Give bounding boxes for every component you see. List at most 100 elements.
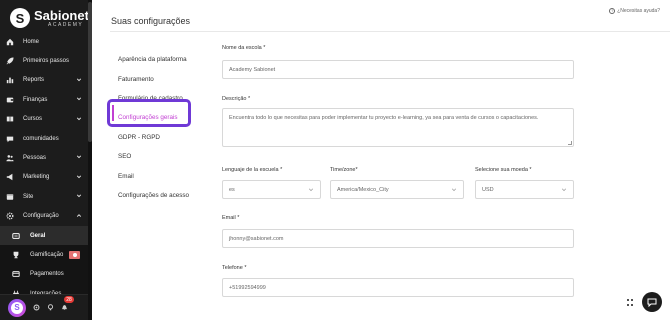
school-name-label: Nome da escola * (222, 45, 266, 51)
header-divider (110, 31, 670, 32)
chevron-down-icon (561, 188, 567, 192)
page-title: Suas configurações (111, 16, 191, 26)
help-icon: ? (609, 8, 616, 14)
sidebar-item-home[interactable]: Home (0, 32, 92, 51)
chevron-down-icon (308, 188, 314, 192)
description-field[interactable]: Encuentra todo lo que necesitas para pod… (222, 108, 574, 147)
sidebar: S Sabionet ACADEMY Home Primeiros passos… (0, 0, 92, 320)
lightbulb-icon[interactable] (47, 304, 54, 311)
brand[interactable]: S Sabionet ACADEMY (10, 8, 89, 28)
sidebar-subitem-pagamentos[interactable]: Pagamentos (0, 264, 92, 285)
people-icon (6, 154, 14, 162)
sidebar-subitem-label: Geral (30, 232, 46, 239)
chevron-down-icon (76, 175, 82, 178)
brand-subtitle: ACADEMY (48, 21, 84, 28)
sidebar-subitem-label: Gamificação (30, 251, 64, 258)
chat-icon (6, 135, 14, 143)
chevron-down-icon (451, 188, 457, 192)
brand-name: Sabionet (34, 7, 89, 23)
timezone-value: America/Mexico_City (337, 186, 389, 193)
chevron-up-icon (76, 213, 82, 217)
phone-label: Telefone * (222, 265, 247, 271)
subnav-item-acesso[interactable]: Configurações de acesso (118, 186, 208, 205)
avatar[interactable]: S (8, 298, 26, 317)
sidebar-item-site[interactable]: Site (0, 187, 92, 206)
sidebar-footer: S 28 (0, 294, 92, 320)
sidebar-item-marketing[interactable]: Marketing (0, 168, 92, 187)
brand-logo-icon: S (10, 8, 30, 28)
chat-button[interactable] (642, 292, 662, 312)
subnav-item-faturamento[interactable]: Faturamento (118, 69, 208, 88)
sidebar-item-label: Reports (23, 77, 45, 84)
sidebar-item-cursos[interactable]: Cursos (0, 110, 92, 129)
sidebar-item-label: Finanças (23, 96, 48, 103)
timezone-label: Time/zone* (330, 167, 358, 173)
settings-icon[interactable] (33, 304, 40, 311)
sidebar-nav: Home Primeiros passos Reports Finanças C… (0, 32, 92, 304)
chevron-down-icon (76, 97, 82, 101)
gear-icon (6, 212, 14, 220)
sidebar-item-label: Configuração (23, 213, 59, 220)
app-root: S Sabionet ACADEMY Home Primeiros passos… (0, 0, 670, 320)
bell-icon[interactable]: 28 (61, 296, 74, 311)
currency-select[interactable]: USD (475, 180, 574, 199)
chart-icon (6, 76, 14, 84)
wallet-icon (6, 96, 14, 104)
trophy-icon (12, 251, 20, 259)
chat-bubble-icon (647, 298, 657, 307)
sidebar-item-label: comunidades (23, 135, 59, 142)
sidebar-item-pessoas[interactable]: Pessoas (0, 148, 92, 167)
sidebar-item-label: Pessoas (23, 155, 47, 162)
description-text: Encuentra todo lo que necesitas para pod… (229, 115, 539, 121)
sidebar-item-label: Primeiros passos (23, 58, 70, 65)
sidebar-subitem-label: Pagamentos (30, 271, 64, 278)
chevron-down-icon (76, 117, 82, 120)
card-icon (12, 270, 20, 278)
home-icon (6, 38, 14, 46)
sidebar-item-label: Site (23, 193, 34, 200)
help-link[interactable]: ? ¿Necesitas ayuda? (609, 8, 660, 14)
currency-value: USD (482, 186, 494, 193)
subnav-item-seo[interactable]: SEO (118, 147, 208, 166)
sidebar-item-reports[interactable]: Reports (0, 71, 92, 90)
sidebar-item-financas[interactable]: Finanças (0, 90, 92, 109)
rocket-icon (6, 57, 14, 65)
sidebar-subitem-geral[interactable]: Geral (0, 225, 92, 246)
email-field[interactable]: jhonny@sabionet.com (222, 229, 574, 248)
sidebar-item-label: Home (23, 38, 40, 45)
email-label: Email * (222, 215, 240, 221)
avatar-logo-icon: S (11, 301, 23, 314)
chevron-down-icon (76, 78, 82, 82)
chevron-down-icon (76, 155, 82, 159)
notification-badge: 28 (64, 296, 74, 303)
home-sub-icon (12, 232, 20, 240)
sidebar-scrollbar[interactable] (88, 0, 92, 320)
gamification-badge-icon (69, 250, 81, 259)
globe-icon (6, 193, 14, 201)
phone-field[interactable]: +51992594999 (222, 278, 574, 297)
language-value: es (229, 186, 235, 193)
megaphone-icon (6, 173, 14, 181)
school-name-field[interactable]: Academy Sabionet (222, 60, 574, 79)
highlight-box (107, 99, 191, 127)
description-label: Descrição * (222, 96, 251, 102)
chevron-down-icon (76, 194, 82, 198)
subnav-item-gdpr[interactable]: GDPR - RGPD (118, 128, 208, 147)
apps-grid-icon[interactable] (627, 299, 635, 307)
sidebar-subitem-gamificacao[interactable]: Gamificação (0, 245, 92, 265)
sidebar-item-primeiros-passos[interactable]: Primeiros passos (0, 51, 92, 70)
help-label: ¿Necesitas ayuda? (617, 8, 660, 14)
language-label: Lenguaje de la escuela * (222, 167, 283, 173)
language-select[interactable]: es (222, 180, 321, 199)
sidebar-item-comunidades[interactable]: comunidades (0, 129, 92, 148)
sidebar-item-configuracao[interactable]: Configuração (0, 207, 92, 226)
sidebar-scrollbar-thumb[interactable] (88, 2, 92, 142)
currency-label: Selecione sua moeda * (475, 167, 532, 173)
subnav-item-email[interactable]: Email (118, 166, 208, 185)
sidebar-item-label: Marketing (23, 174, 50, 181)
timezone-select[interactable]: America/Mexico_City (330, 180, 464, 199)
resize-handle-icon[interactable] (568, 141, 572, 145)
book-icon (6, 115, 14, 123)
subnav-item-aparencia[interactable]: Aparência da plataforma (118, 50, 208, 69)
settings-subnav: Aparência da plataforma Faturamento Form… (118, 50, 208, 205)
